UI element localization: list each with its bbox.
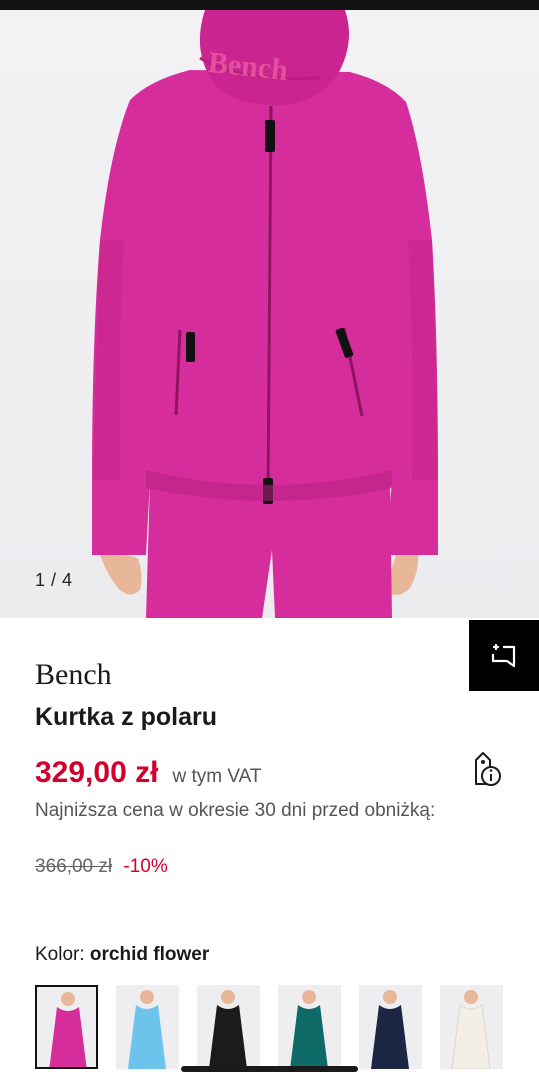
- add-to-wishlist-icon: [491, 643, 516, 667]
- discount-badge: -10%: [123, 856, 168, 877]
- home-indicator: [181, 1066, 358, 1072]
- previous-price-row: 366,00 zł -10%: [35, 856, 168, 878]
- color-swatch-navy[interactable]: [359, 985, 422, 1069]
- color-swatch-cream[interactable]: [440, 985, 503, 1069]
- current-price: 329,00 zł: [35, 756, 159, 789]
- color-swatch-black[interactable]: [197, 985, 260, 1069]
- color-swatch-dark-teal[interactable]: [278, 985, 341, 1069]
- price-row: 329,00 zł w tym VAT: [35, 756, 261, 790]
- add-to-wishlist-button[interactable]: [469, 620, 539, 691]
- price-info-button[interactable]: [467, 750, 503, 790]
- price-tag-info-icon: [475, 752, 501, 786]
- old-price: 366,00 zł: [35, 856, 113, 877]
- color-label: Kolor:: [35, 944, 85, 965]
- product-photo: [92, 10, 438, 618]
- vat-note: w tym VAT: [172, 766, 262, 787]
- color-selection-label: Kolor: orchid flower: [35, 944, 209, 966]
- color-swatch-list: [35, 985, 539, 1078]
- color-value: orchid flower: [89, 944, 210, 965]
- color-swatch-orchid-flower[interactable]: [35, 985, 98, 1069]
- lowest-price-label: Najniższa cena w okresie 30 dni przed ob…: [35, 800, 436, 821]
- product-title: Kurtka z polaru: [35, 703, 217, 731]
- status-bar: [0, 0, 539, 10]
- product-image-gallery[interactable]: Bench 1 / 4: [0, 10, 539, 618]
- gallery-counter: 1 / 4: [35, 570, 73, 590]
- color-swatch-light-blue[interactable]: [116, 985, 179, 1069]
- brand-name[interactable]: Bench: [35, 658, 112, 692]
